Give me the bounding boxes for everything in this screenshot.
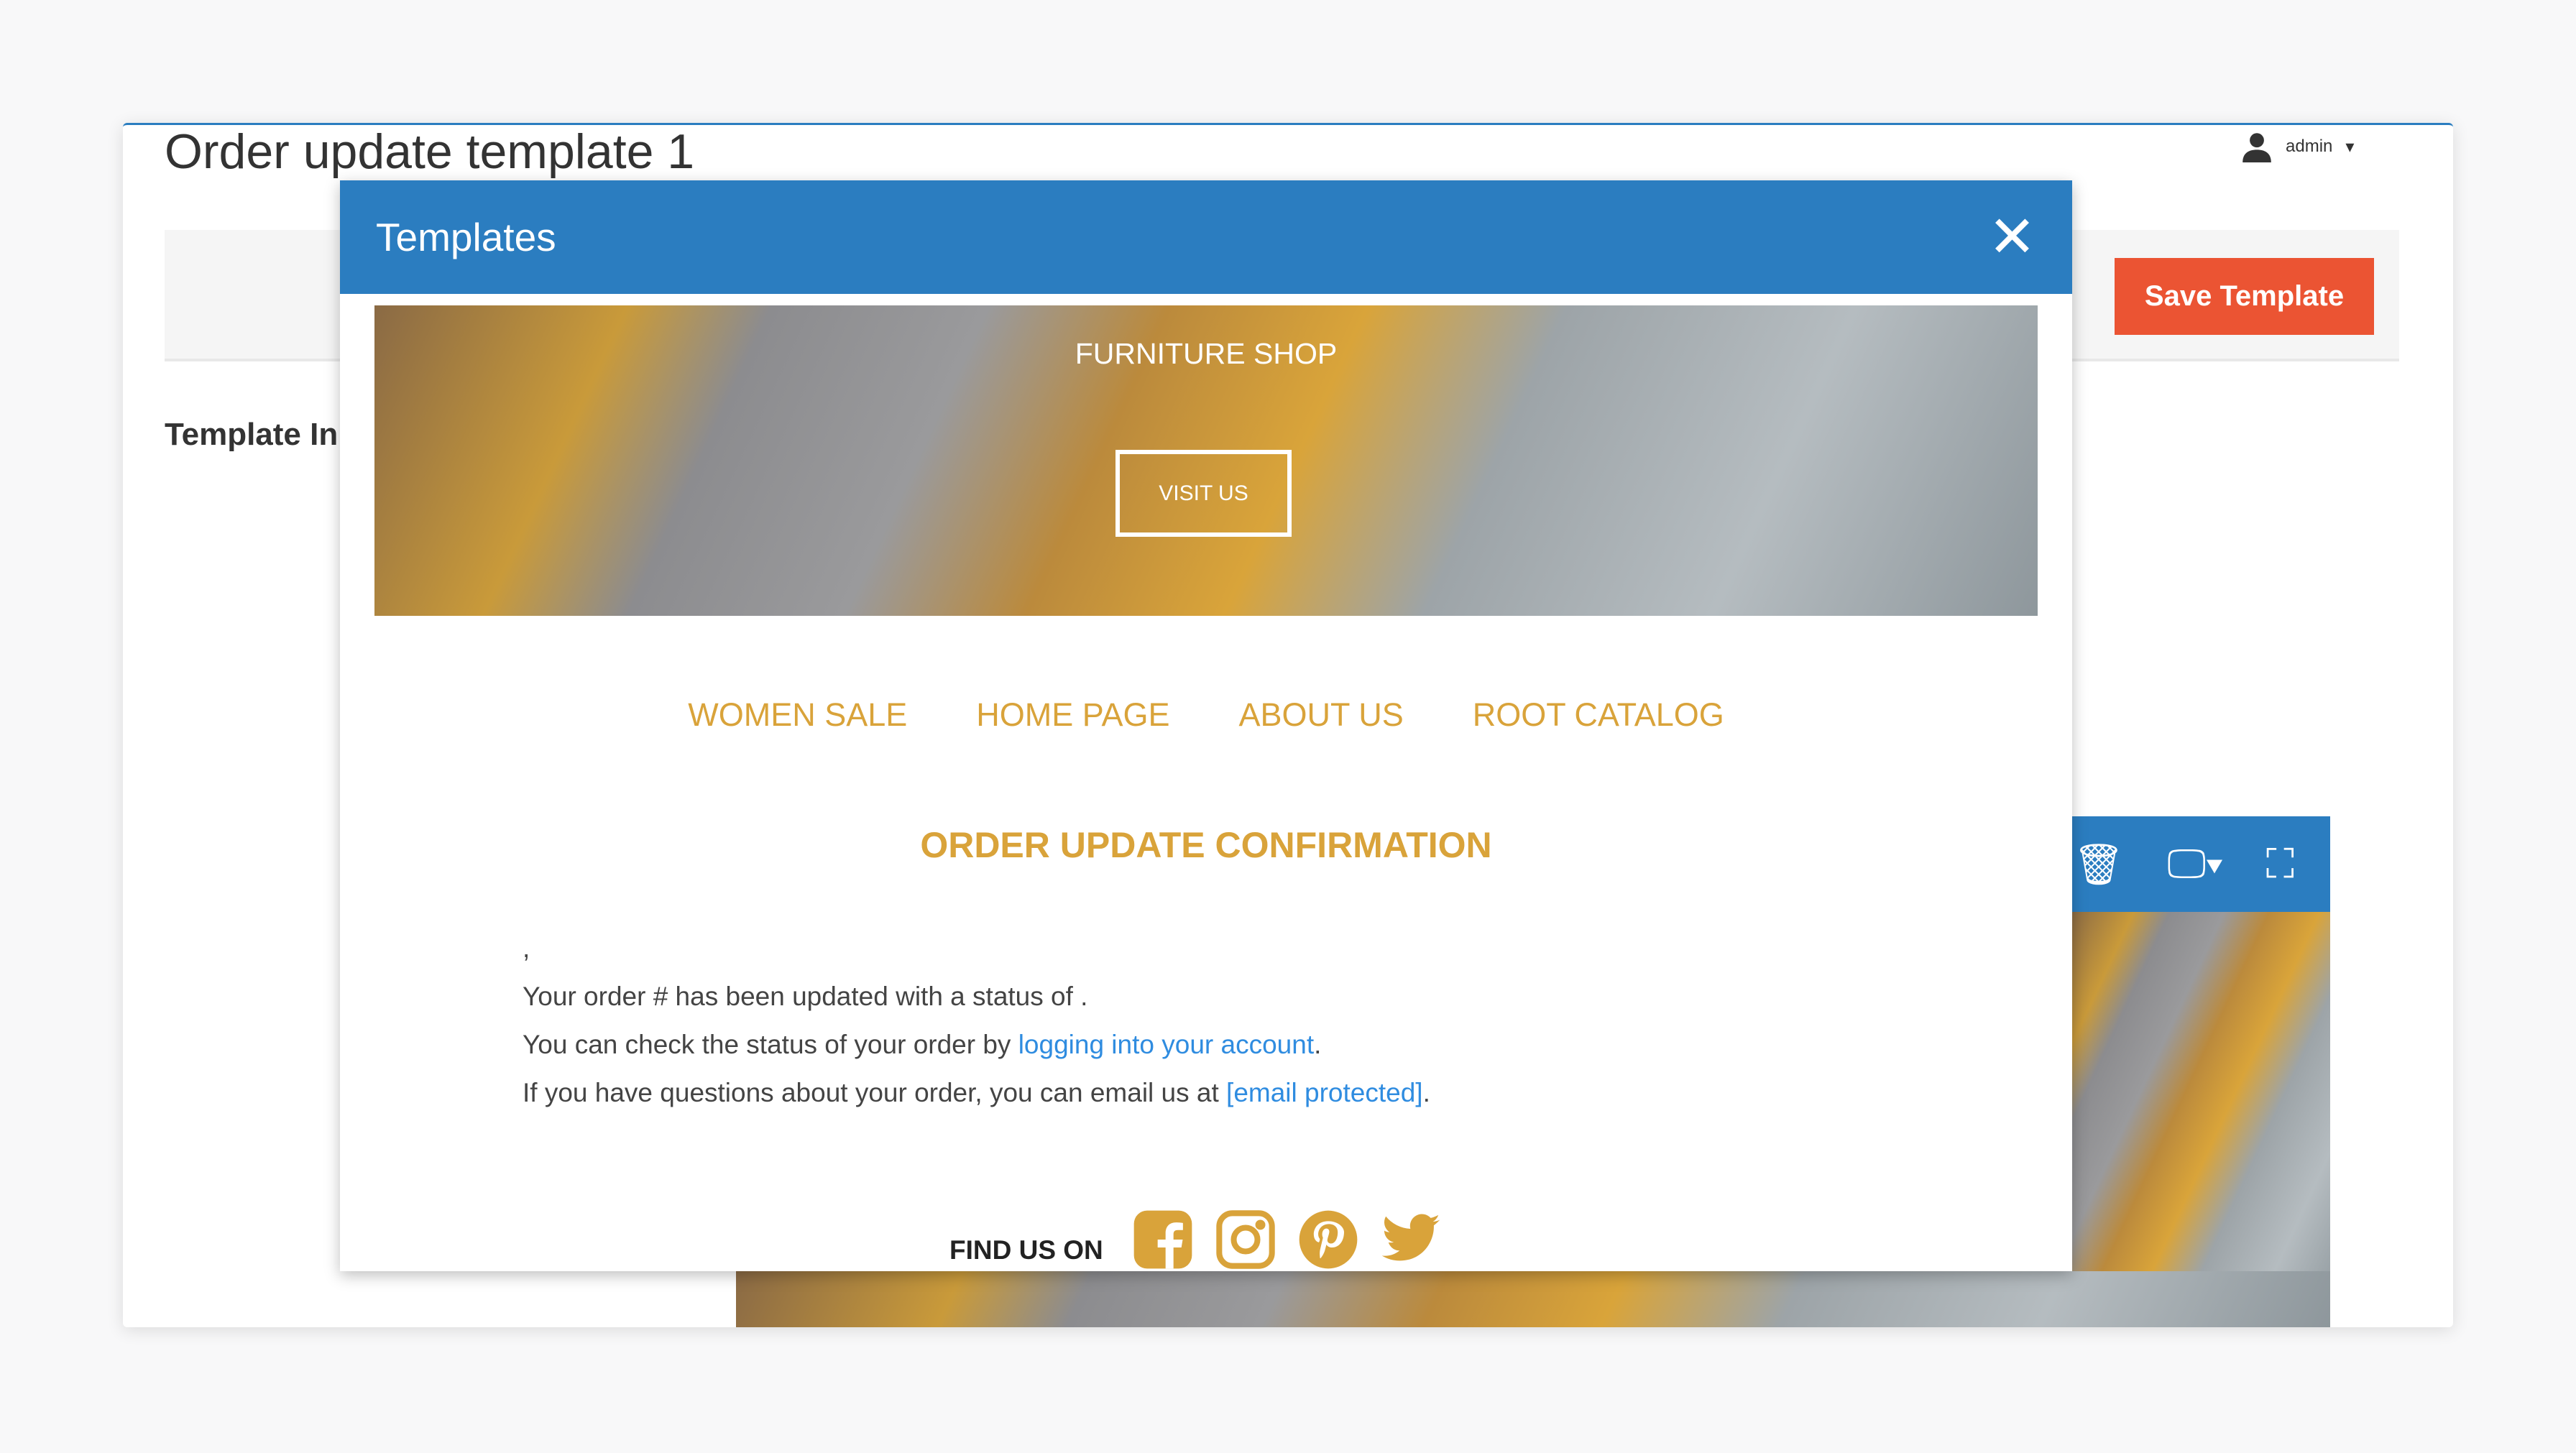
nav-home-page[interactable]: HOME PAGE bbox=[976, 696, 1169, 734]
text: You can check the status of your order b… bbox=[523, 1030, 1018, 1059]
text: . bbox=[1422, 1078, 1430, 1107]
save-template-button[interactable]: Save Template bbox=[2115, 258, 2374, 335]
close-icon[interactable]: ✕ bbox=[1988, 208, 2036, 266]
visit-us-button[interactable]: VISIT US bbox=[1116, 450, 1292, 537]
login-link[interactable]: logging into your account bbox=[1018, 1030, 1314, 1059]
trash-icon[interactable]: 🗑 bbox=[2073, 841, 2124, 888]
user-icon bbox=[2242, 133, 2271, 162]
pinterest-icon[interactable] bbox=[1296, 1207, 1361, 1272]
email-heading: ORDER UPDATE CONFIRMATION bbox=[920, 825, 1492, 865]
device-preview-icon[interactable]: 🖵▾ bbox=[2167, 840, 2223, 888]
facebook-icon[interactable] bbox=[1131, 1207, 1196, 1272]
modal-header: Templates ✕ bbox=[340, 180, 2072, 294]
instagram-icon[interactable] bbox=[1213, 1207, 1279, 1272]
modal-title: Templates bbox=[376, 215, 556, 259]
text: . bbox=[1314, 1030, 1322, 1059]
user-menu[interactable]: admin ▾ bbox=[2241, 131, 2354, 162]
hero-banner: FURNITURE SHOP VISIT US bbox=[374, 305, 2038, 616]
nav-women-sale[interactable]: WOMEN SALE bbox=[688, 696, 907, 734]
fullscreen-icon[interactable]: ⛶ bbox=[2266, 840, 2294, 888]
nav-root-catalog[interactable]: ROOT CATALOG bbox=[1473, 696, 1724, 734]
section-label: Template In bbox=[165, 417, 339, 452]
find-us-label: FIND US ON bbox=[949, 1235, 1103, 1265]
nav-about-us[interactable]: ABOUT US bbox=[1239, 696, 1404, 734]
twitter-icon[interactable] bbox=[1379, 1207, 1444, 1272]
body-line-1: Your order # has been updated with a sta… bbox=[523, 982, 1088, 1011]
editor-toolbar: 🗑 🖵▾ ⛶ bbox=[2070, 816, 2330, 912]
hero-title: FURNITURE SHOP bbox=[1075, 337, 1338, 370]
email-nav: WOMEN SALE HOME PAGE ABOUT US ROOT CATAL… bbox=[340, 696, 2072, 734]
editor-preview-image-bottom bbox=[736, 1271, 2330, 1327]
editor-preview-image bbox=[2070, 912, 2330, 1327]
email-link[interactable]: [email protected] bbox=[1226, 1078, 1423, 1107]
page-title: Order update template 1 bbox=[165, 124, 695, 179]
text: If you have questions about your order, … bbox=[523, 1078, 1227, 1107]
user-name: admin bbox=[2286, 137, 2333, 156]
email-body: , Your order # has been updated with a s… bbox=[523, 924, 1430, 1117]
greeting: , bbox=[523, 933, 530, 963]
social-links: FIND US ON bbox=[949, 1207, 1444, 1272]
body-line-3: If you have questions about your order, … bbox=[523, 1069, 1430, 1117]
body-line-2: You can check the status of your order b… bbox=[523, 1020, 1430, 1069]
templates-modal: Templates ✕ FURNITURE SHOP VISIT US WOME… bbox=[340, 180, 2072, 1271]
caret-down-icon: ▾ bbox=[2345, 137, 2355, 157]
